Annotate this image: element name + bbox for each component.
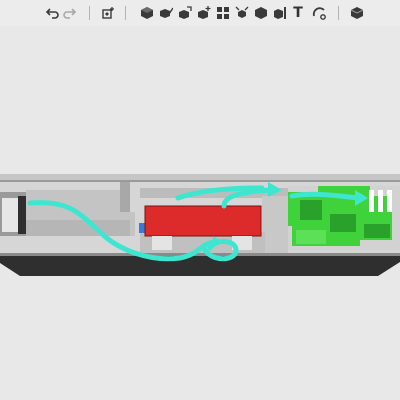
left-channel-floor [26, 220, 130, 236]
edit-shape-button[interactable] [158, 5, 174, 21]
transform-button[interactable] [177, 5, 193, 21]
toolbar-separator [125, 6, 126, 20]
explode-view-icon [235, 6, 249, 18]
measure-button[interactable] [311, 5, 327, 21]
pcb-component [300, 200, 322, 220]
cube-transform-icon [179, 6, 192, 19]
pcb-component [330, 214, 356, 232]
pcb-component [364, 224, 390, 238]
grid-pattern-icon [217, 7, 229, 19]
undo-button[interactable] [44, 5, 60, 21]
section-cube-icon [274, 7, 286, 19]
material-button[interactable] [349, 5, 365, 21]
inner-wall [120, 182, 130, 212]
mount-pad [152, 236, 172, 250]
solid-view-button[interactable] [253, 5, 269, 21]
explode-button[interactable] [234, 5, 250, 21]
insert-part-button[interactable] [100, 5, 116, 21]
toolbar: T [0, 0, 400, 26]
layered-cube-icon [350, 7, 364, 19]
base-plate [0, 255, 400, 276]
undo-arrow-icon [45, 8, 59, 19]
redo-button[interactable] [62, 5, 78, 21]
cover-edge [0, 180, 400, 182]
redo-arrow-icon [63, 8, 77, 19]
connector-pin [378, 190, 383, 212]
insert-part-icon [102, 7, 114, 19]
measure-icon [312, 7, 326, 20]
pcb-connector [296, 230, 326, 244]
bottom-trim [0, 253, 400, 256]
toolbar-separator [338, 6, 339, 20]
3d-viewport[interactable] [0, 26, 400, 400]
add-shape-button[interactable] [196, 5, 212, 21]
battery[interactable] [144, 205, 262, 237]
cad-app-window: T [0, 0, 400, 400]
pattern-button[interactable] [215, 5, 231, 21]
inner-post [262, 196, 288, 254]
cube-plus-icon [198, 6, 211, 19]
box-tool-button[interactable] [139, 5, 155, 21]
cube-icon [141, 7, 153, 19]
connector-pin [387, 190, 392, 212]
toolbar-separator [89, 6, 90, 20]
assembly-section-view[interactable] [0, 26, 400, 400]
left-port-shadow [18, 196, 26, 234]
text-tool-button[interactable]: T [291, 3, 305, 23]
cube-check-icon [160, 7, 173, 18]
solid-cube-icon [255, 7, 267, 19]
section-view-button[interactable] [272, 5, 288, 21]
connector-pin [369, 190, 374, 212]
